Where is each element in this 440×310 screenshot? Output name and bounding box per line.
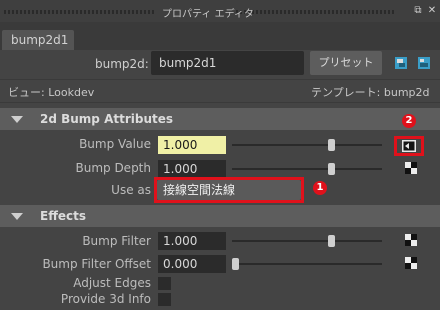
preset-button[interactable]: プリセット <box>310 51 382 75</box>
use-as-dropdown[interactable]: 接線空間法線 <box>157 180 301 200</box>
collapse-arrow-icon[interactable] <box>11 116 23 123</box>
bump-value-slider-thumb[interactable] <box>327 139 335 151</box>
template-label: テンプレート: bump2d <box>311 86 430 99</box>
map-button-icon[interactable] <box>405 257 417 269</box>
drag-grip[interactable] <box>4 10 154 14</box>
show-node-icon[interactable] <box>395 57 407 72</box>
hide-node-icon[interactable] <box>418 57 430 72</box>
map-button-icon[interactable] <box>405 162 417 174</box>
node-type-label: bump2d: <box>95 57 149 71</box>
tab-bump2d1[interactable]: bump2d1 <box>2 30 74 50</box>
bump-depth-label: Bump Depth <box>75 161 151 175</box>
use-as-value: 接線空間法線 <box>163 183 236 197</box>
close-icon[interactable]: ✕ <box>426 5 438 17</box>
bump-filter-offset-label: Bump Filter Offset <box>42 257 151 271</box>
annotation-badge-1: 1 <box>313 181 327 195</box>
bump-filter-slider-thumb[interactable] <box>327 235 335 247</box>
bump-value-label: Bump Value <box>79 137 151 151</box>
bump-depth-field[interactable]: 1.000 <box>158 160 226 178</box>
bump-depth-slider-thumb[interactable] <box>327 163 335 175</box>
connected-map-icon[interactable] <box>402 140 416 155</box>
section-title: Effects <box>40 209 87 223</box>
section-title: 2d Bump Attributes <box>40 112 174 126</box>
bump-filter-offset-slider-thumb[interactable] <box>232 258 239 270</box>
bump-filter-slider[interactable] <box>232 240 382 242</box>
map-button-icon[interactable] <box>405 234 417 246</box>
provide-3d-info-checkbox[interactable] <box>158 293 171 306</box>
drag-grip-right[interactable] <box>236 10 396 14</box>
bump-filter-offset-field[interactable]: 0.000 <box>158 255 226 273</box>
adjust-edges-label: Adjust Edges <box>73 276 151 290</box>
provide-3d-info-label: Provide 3d Info <box>60 292 151 306</box>
bump-filter-offset-slider[interactable] <box>232 263 382 265</box>
float-window-icon[interactable]: ⧉ <box>412 5 424 17</box>
adjust-edges-checkbox[interactable] <box>158 277 171 290</box>
bump-filter-field[interactable]: 1.000 <box>158 232 226 250</box>
collapse-arrow-icon[interactable] <box>11 213 23 220</box>
view-label: ビュー: Lookdev <box>8 86 95 99</box>
bump-depth-slider[interactable] <box>232 168 382 170</box>
bump-value-field[interactable]: 1.000 <box>158 136 226 154</box>
annotation-badge-2: 2 <box>402 114 416 128</box>
bump-filter-label: Bump Filter <box>82 234 151 248</box>
use-as-label: Use as <box>111 183 151 197</box>
window-title: プロパティ エディタ <box>162 9 254 20</box>
divider <box>0 79 440 80</box>
divider <box>0 102 440 103</box>
node-name-field[interactable]: bump2d1 <box>151 51 304 75</box>
bump-value-slider[interactable] <box>232 144 382 146</box>
